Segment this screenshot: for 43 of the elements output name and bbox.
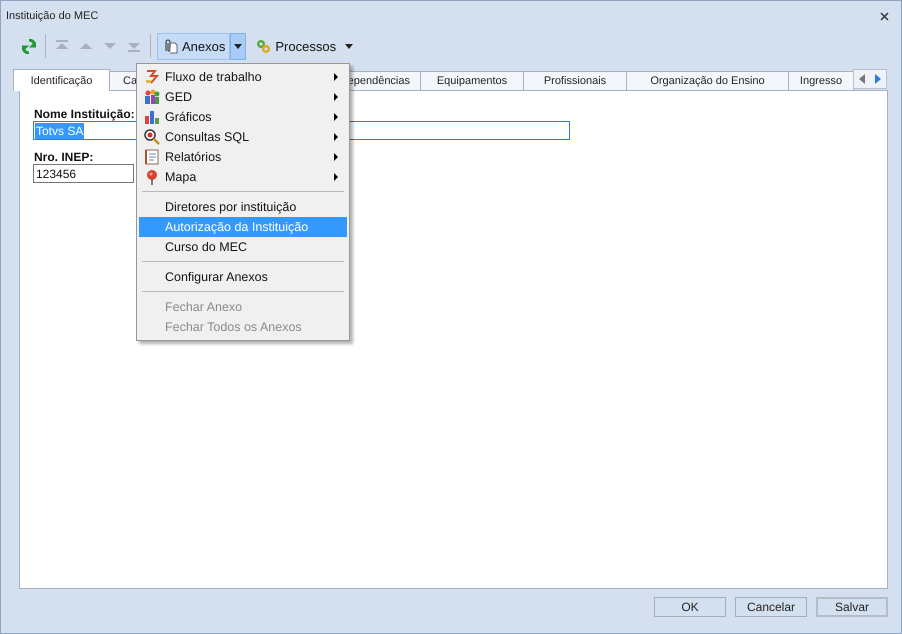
bar-chart-icon bbox=[144, 109, 160, 125]
magnifier-icon bbox=[144, 129, 160, 145]
people-icon bbox=[144, 89, 160, 105]
menu-button[interactable]: Processos bbox=[250, 32, 342, 60]
window-title: Instituição do MEC bbox=[6, 10, 98, 22]
right-arrow-icon bbox=[873, 73, 883, 85]
submenu-arrow-icon bbox=[334, 113, 338, 121]
dialog-button[interactable]: OK bbox=[654, 597, 726, 617]
menu-item[interactable]: Mapa bbox=[139, 167, 347, 187]
submenu-arrow-icon bbox=[334, 173, 338, 181]
menu-item[interactable]: Consultas SQL bbox=[139, 127, 347, 147]
menu-item[interactable]: Diretores por instituição bbox=[139, 197, 347, 217]
field-label: Nro. INEP: bbox=[34, 150, 94, 164]
menu-item[interactable]: Relatórios bbox=[139, 147, 347, 167]
left-arrow-icon bbox=[857, 73, 867, 85]
close-button[interactable] bbox=[878, 10, 891, 22]
submenu-arrow-icon bbox=[334, 133, 338, 141]
caret-icon bbox=[345, 44, 354, 48]
notebook-icon bbox=[144, 149, 160, 165]
menu-item[interactable]: Gráficos bbox=[139, 107, 347, 127]
menu-item[interactable]: Curso do MEC bbox=[139, 237, 347, 257]
dropdown-button[interactable] bbox=[230, 32, 246, 60]
map-pin-icon bbox=[144, 169, 160, 185]
dialog-button[interactable]: Cancelar bbox=[735, 597, 807, 617]
tab[interactable]: Identificação bbox=[13, 69, 110, 91]
field-label: Nome Instituição: bbox=[34, 107, 135, 121]
close-icon bbox=[880, 12, 889, 20]
tab[interactable]: Profissionais bbox=[523, 71, 627, 90]
menu-item[interactable]: Configurar Anexos bbox=[139, 267, 347, 287]
gears-icon bbox=[255, 38, 272, 54]
tab[interactable]: Equipamentos bbox=[420, 71, 524, 90]
refresh-icon bbox=[22, 38, 36, 54]
menu-item[interactable]: Fluxo de trabalho bbox=[139, 67, 347, 87]
submenu-arrow-icon bbox=[334, 73, 338, 81]
dialog-button[interactable]: Salvar bbox=[816, 597, 888, 617]
tab[interactable]: Ingresso bbox=[788, 71, 854, 90]
menu-button[interactable]: Anexos bbox=[157, 32, 230, 60]
menu-item[interactable]: GED bbox=[139, 87, 347, 107]
input-field[interactable]: 123456 bbox=[33, 164, 134, 183]
caret-icon bbox=[234, 44, 242, 48]
tab[interactable]: Organização do Ensino bbox=[626, 71, 789, 90]
submenu-arrow-icon bbox=[334, 93, 338, 101]
submenu-arrow-icon bbox=[334, 153, 338, 161]
